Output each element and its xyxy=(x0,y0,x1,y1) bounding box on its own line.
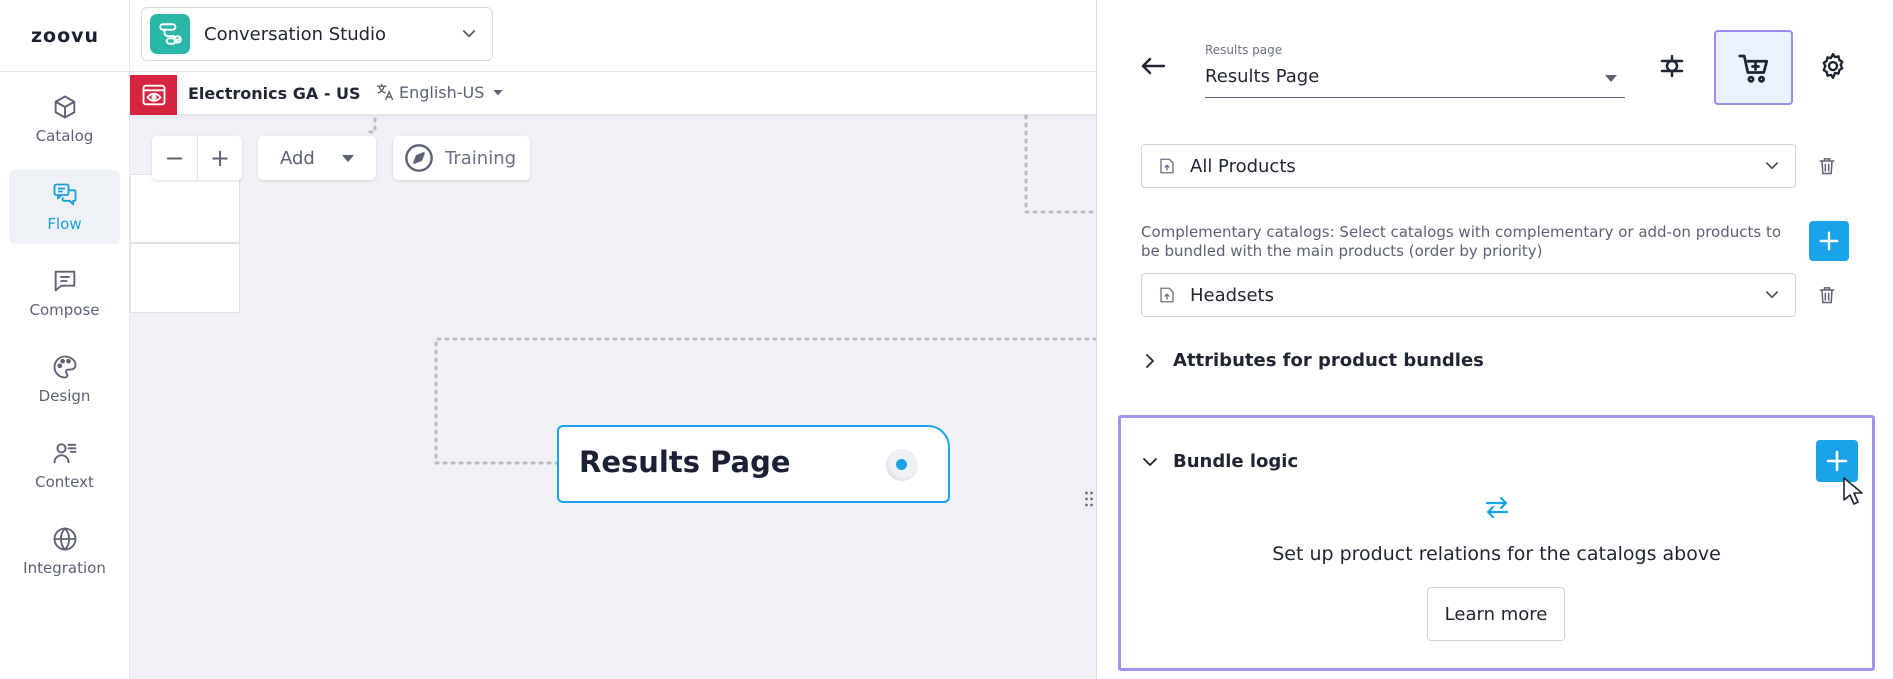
gear-icon xyxy=(1822,52,1844,80)
nav-label: Integration xyxy=(23,559,106,577)
settings-button[interactable] xyxy=(1813,46,1853,86)
attributes-label: Attributes for product bundles xyxy=(1173,350,1484,371)
plus-icon xyxy=(1826,450,1848,472)
chevron-down-icon xyxy=(1765,291,1779,299)
add-label: Add xyxy=(280,147,315,169)
zoom-out-button[interactable]: − xyxy=(152,136,197,180)
sliders-icon xyxy=(1660,54,1684,78)
bundle-logic-label: Bundle logic xyxy=(1173,451,1299,472)
training-button[interactable]: Training xyxy=(393,136,530,180)
catalog-icon xyxy=(1158,286,1176,304)
project-bar: Electronics GA - US English-US xyxy=(130,72,1096,115)
preview-eye-icon[interactable] xyxy=(130,75,177,115)
left-nav: zoovu Catalog Flow Compose Design Contex… xyxy=(0,0,130,679)
bundle-logic-accordion[interactable]: Bundle logic xyxy=(1141,451,1298,472)
globe-icon xyxy=(53,527,76,551)
bundle-logic-section: Bundle logic Set up product relations fo… xyxy=(1118,415,1875,671)
caret-down-icon xyxy=(342,155,354,162)
attributes-accordion[interactable]: Attributes for product bundles xyxy=(1141,350,1484,371)
main-catalog-value: All Products xyxy=(1190,155,1296,177)
message-icon xyxy=(54,270,75,292)
drag-dots-icon xyxy=(1085,491,1093,507)
translate-icon xyxy=(376,83,394,101)
add-complementary-catalog-button[interactable] xyxy=(1809,221,1849,261)
results-page-value: Results Page xyxy=(1205,66,1320,87)
person-list-icon xyxy=(53,443,76,464)
bundle-cart-button[interactable] xyxy=(1714,30,1793,105)
nav-label: Compose xyxy=(29,301,100,319)
nav-label: Catalog xyxy=(35,127,94,145)
nav-label: Design xyxy=(38,387,91,405)
language-selector[interactable]: English-US xyxy=(375,82,510,102)
plus-icon xyxy=(1819,231,1839,251)
training-label: Training xyxy=(445,147,517,169)
flow-node-stub[interactable] xyxy=(130,243,240,313)
panel-resize-handle[interactable] xyxy=(1082,483,1096,515)
flow-canvas[interactable]: Conversation Studio Electronics GA - US … xyxy=(130,0,1096,679)
zoom-in-button[interactable]: + xyxy=(197,136,242,180)
studio-name: Conversation Studio xyxy=(204,23,387,45)
nav-item-integration[interactable]: Integration xyxy=(9,514,120,588)
caret-down-icon xyxy=(1605,75,1617,82)
nav-item-compose[interactable]: Compose xyxy=(9,256,120,330)
add-button[interactable]: Add xyxy=(258,136,376,180)
chevron-down-icon xyxy=(1143,457,1157,466)
nav-item-catalog[interactable]: Catalog xyxy=(9,82,120,156)
delete-main-catalog-button[interactable] xyxy=(1813,152,1841,180)
flow-studio-icon xyxy=(150,14,190,54)
chevron-right-icon xyxy=(1146,353,1154,368)
zoovu-logo[interactable]: zoovu xyxy=(0,0,130,72)
node-title: Results Page xyxy=(579,445,791,479)
nav-label: Flow xyxy=(47,215,82,233)
nav-item-context[interactable]: Context xyxy=(9,428,120,502)
filter-sliders-button[interactable] xyxy=(1652,46,1692,86)
flow-node-stub[interactable] xyxy=(130,174,240,243)
top-bar: Conversation Studio xyxy=(130,0,1096,72)
mouse-pointer-icon xyxy=(1843,477,1863,505)
complementary-catalogs-description: Complementary catalogs: Select catalogs … xyxy=(1141,223,1782,260)
chevron-down-icon xyxy=(462,30,476,38)
results-page-node[interactable]: Results Page xyxy=(557,425,950,503)
project-name: Electronics GA - US xyxy=(188,84,361,103)
properties-panel: Results page Results Page All Products C… xyxy=(1096,0,1893,679)
trash-icon xyxy=(1819,158,1835,175)
compass-icon xyxy=(405,144,433,172)
learn-more-button[interactable]: Learn more xyxy=(1427,587,1565,641)
studio-selector[interactable]: Conversation Studio xyxy=(141,7,493,61)
nav-item-flow[interactable]: Flow xyxy=(9,170,120,244)
swap-arrows-icon xyxy=(1482,494,1512,520)
trash-icon xyxy=(1819,287,1835,304)
back-button[interactable] xyxy=(1137,50,1169,82)
node-output-port[interactable] xyxy=(886,449,918,481)
complementary-catalog-select[interactable]: Headsets xyxy=(1141,273,1796,317)
nav-label: Context xyxy=(35,473,94,491)
chevron-down-icon xyxy=(1765,162,1779,170)
delete-complementary-catalog-button[interactable] xyxy=(1813,281,1841,309)
arrow-left-icon xyxy=(1141,57,1166,75)
language-label: English-US xyxy=(399,82,485,102)
cart-icon xyxy=(1737,54,1768,83)
zoom-controls: − + xyxy=(152,136,242,180)
chat-flow-icon xyxy=(53,183,76,206)
caret-down-icon xyxy=(493,90,504,96)
cube-icon xyxy=(54,95,75,119)
catalog-icon xyxy=(1158,157,1176,175)
nav-item-design[interactable]: Design xyxy=(9,342,120,416)
results-page-label: Results page xyxy=(1205,43,1283,57)
main-catalog-select[interactable]: All Products xyxy=(1141,144,1796,188)
port-dot xyxy=(896,459,907,470)
bundle-empty-state-text: Set up product relations for the catalog… xyxy=(1272,543,1721,565)
results-page-select[interactable]: Results Page xyxy=(1205,62,1625,98)
palette-icon xyxy=(53,355,76,379)
complementary-catalog-value: Headsets xyxy=(1190,284,1274,306)
